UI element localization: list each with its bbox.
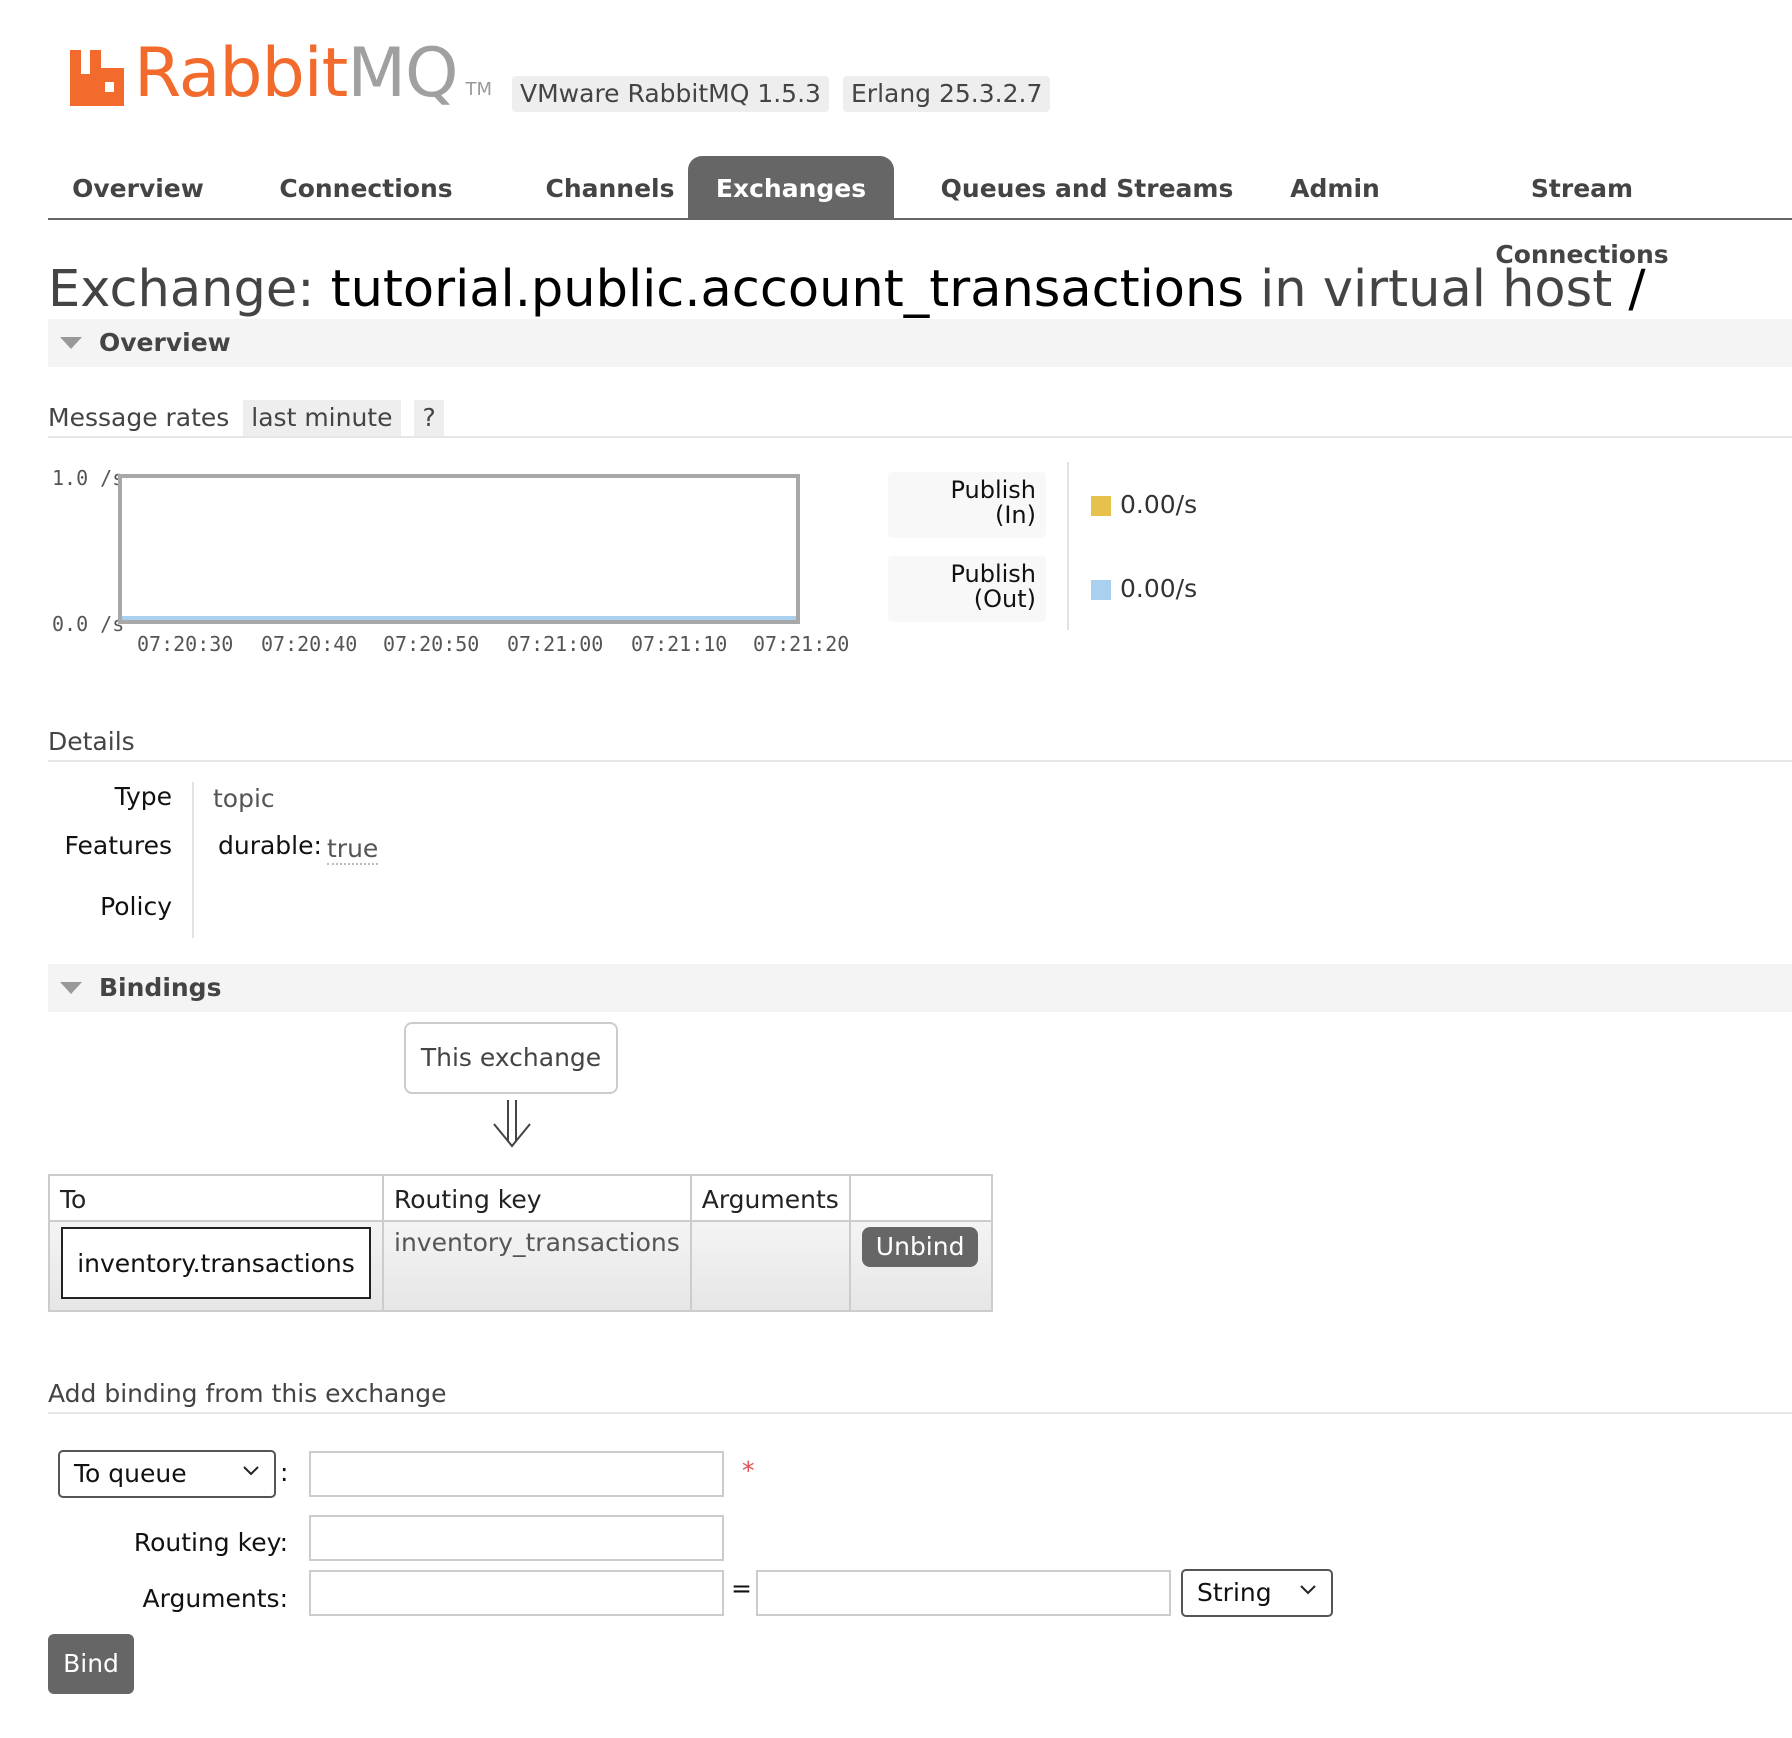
details-divider bbox=[192, 782, 194, 938]
rabbitmq-logo-icon bbox=[70, 50, 124, 106]
plot-area bbox=[122, 616, 796, 620]
erlang-version-badge: Erlang 25.3.2.7 bbox=[843, 76, 1051, 112]
rabbitmq-logo: RabbitMQ TM bbox=[70, 40, 493, 108]
legend-label-line: (In) bbox=[994, 501, 1036, 529]
legend-publish-out: Publish (Out) bbox=[888, 556, 1046, 622]
column-header-to: To bbox=[48, 1174, 384, 1222]
tab-channels[interactable]: Channels bbox=[508, 156, 712, 218]
logo-word-rabbit: Rabbit bbox=[134, 34, 348, 113]
collapse-triangle-icon bbox=[60, 337, 82, 349]
destination-colon: : bbox=[280, 1458, 289, 1487]
x-tick-label: 07:21:20 bbox=[753, 632, 850, 656]
details-header: Details bbox=[48, 724, 1792, 762]
main-nav-tabs: Overview Connections Channels Exchanges … bbox=[48, 156, 1792, 269]
help-button[interactable]: ? bbox=[414, 400, 444, 436]
legend-divider bbox=[1067, 462, 1069, 630]
column-header-actions bbox=[848, 1174, 993, 1222]
vhost-name: / bbox=[1628, 260, 1646, 319]
table-row: inventory.transactions inventory_transac… bbox=[48, 1220, 993, 1312]
feature-durable-key: durable: bbox=[218, 831, 322, 860]
tab-connections[interactable]: Connections bbox=[266, 156, 466, 218]
type-label: Type bbox=[114, 782, 172, 811]
logo-trademark: TM bbox=[465, 79, 493, 100]
add-binding-header: Add binding from this exchange bbox=[48, 1376, 1792, 1414]
x-tick-label: 07:20:50 bbox=[383, 632, 480, 656]
table-header-row: To Routing key Arguments bbox=[48, 1174, 993, 1222]
message-rates-plot bbox=[118, 474, 800, 624]
range-selector[interactable]: last minute bbox=[243, 400, 401, 436]
overview-section-header[interactable]: Overview bbox=[48, 319, 1792, 367]
binding-action-cell: Unbind bbox=[848, 1220, 993, 1312]
message-rates-header: Message rates last minute ? bbox=[48, 398, 1792, 438]
destination-type-select[interactable]: To queue bbox=[58, 1450, 276, 1498]
details-label: Details bbox=[48, 727, 135, 756]
legend-label-line: (Out) bbox=[973, 585, 1036, 613]
unbind-button[interactable]: Unbind bbox=[861, 1227, 979, 1267]
bind-button[interactable]: Bind bbox=[48, 1634, 134, 1694]
argument-type-value: String bbox=[1197, 1578, 1272, 1607]
title-middle: in virtual host bbox=[1260, 260, 1613, 319]
routing-key-label: Routing key: bbox=[133, 1528, 288, 1557]
tab-overview[interactable]: Overview bbox=[62, 156, 214, 218]
publish-out-swatch bbox=[1091, 580, 1111, 600]
legend-publish-in: Publish (In) bbox=[888, 472, 1046, 538]
exchange-name: tutorial.public.account_transactions bbox=[330, 260, 1244, 319]
collapse-triangle-icon bbox=[60, 982, 82, 994]
legend-label-line: Publish bbox=[950, 476, 1036, 504]
overview-section-label: Overview bbox=[99, 328, 231, 357]
legend-label-line: Publish bbox=[950, 560, 1036, 588]
argument-key-input[interactable] bbox=[309, 1570, 724, 1616]
routing-key-input[interactable] bbox=[309, 1515, 724, 1561]
column-header-routing-key: Routing key bbox=[382, 1174, 692, 1222]
chevron-down-icon bbox=[243, 1466, 259, 1476]
bindings-table: To Routing key Arguments inventory.trans… bbox=[48, 1174, 993, 1312]
arguments-label: Arguments: bbox=[142, 1584, 288, 1613]
argument-value-input[interactable] bbox=[756, 1570, 1171, 1616]
message-rates-label: Message rates bbox=[48, 403, 230, 432]
bindings-section-label: Bindings bbox=[99, 973, 222, 1002]
logo-word-mq: MQ bbox=[347, 34, 458, 113]
x-tick-label: 07:21:10 bbox=[631, 632, 728, 656]
x-tick-label: 07:21:00 bbox=[507, 632, 604, 656]
x-axis: 07:20:30 07:20:40 07:20:50 07:21:00 07:21:10… bbox=[0, 632, 900, 662]
bindings-section-header[interactable]: Bindings bbox=[48, 964, 1792, 1012]
publish-in-swatch bbox=[1091, 496, 1111, 516]
x-tick-label: 07:20:40 bbox=[261, 632, 358, 656]
binding-destination-cell: inventory.transactions bbox=[48, 1220, 384, 1312]
version-badge: VMware RabbitMQ 1.5.3 bbox=[512, 76, 829, 112]
tab-stream-connections[interactable]: Stream Connections bbox=[1440, 156, 1724, 269]
feature-durable-value: true bbox=[327, 834, 379, 865]
queue-link[interactable]: inventory.transactions bbox=[61, 1227, 371, 1299]
argument-type-select[interactable]: String bbox=[1181, 1569, 1333, 1617]
title-prefix: Exchange: bbox=[48, 260, 315, 319]
type-value: topic bbox=[213, 784, 275, 813]
tab-admin[interactable]: Admin bbox=[1280, 156, 1390, 218]
binding-arguments bbox=[689, 1220, 851, 1312]
column-header-arguments: Arguments bbox=[689, 1174, 851, 1222]
double-down-arrow-icon bbox=[493, 1100, 531, 1148]
y-tick-label: 1.0 /s bbox=[52, 466, 125, 490]
tab-exchanges[interactable]: Exchanges bbox=[688, 156, 894, 218]
policy-label: Policy bbox=[100, 892, 172, 921]
x-tick-label: 07:20:30 bbox=[137, 632, 234, 656]
chevron-down-icon bbox=[1300, 1585, 1316, 1595]
publish-in-rate: 0.00/s bbox=[1120, 490, 1198, 519]
equals-sign: = bbox=[731, 1574, 752, 1603]
add-binding-title: Add binding from this exchange bbox=[48, 1379, 447, 1408]
tab-queues-and-streams[interactable]: Queues and Streams bbox=[924, 156, 1250, 218]
destination-name-input[interactable] bbox=[309, 1451, 724, 1497]
this-exchange-box: This exchange bbox=[404, 1022, 618, 1094]
destination-type-value: To queue bbox=[74, 1459, 187, 1488]
page-title: Exchange: tutorial.public.account_transa… bbox=[48, 260, 1646, 319]
publish-out-rate: 0.00/s bbox=[1120, 574, 1198, 603]
binding-routing-key: inventory_transactions bbox=[382, 1220, 692, 1312]
features-label: Features bbox=[64, 831, 173, 860]
required-marker: * bbox=[742, 1456, 755, 1485]
